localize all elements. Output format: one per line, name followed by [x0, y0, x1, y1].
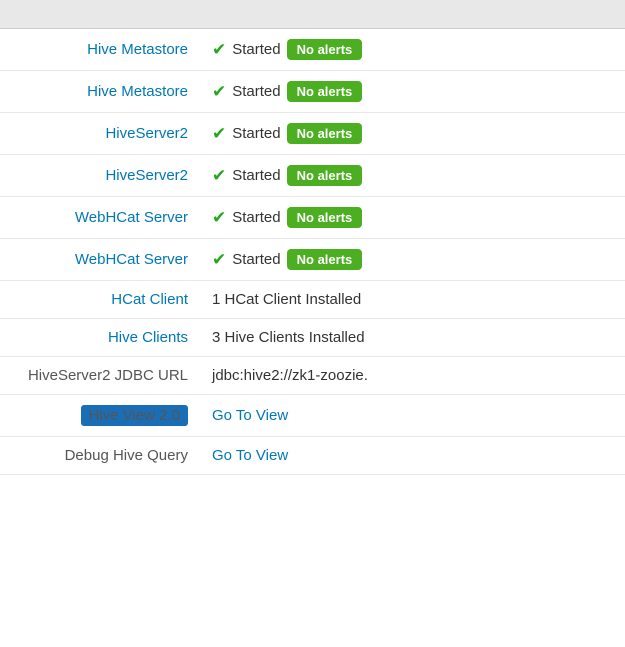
service-link[interactable]: Hive Clients — [108, 329, 188, 346]
info-text: 1 HCat Client Installed — [212, 291, 361, 308]
status-container: ✔ Started No alerts — [212, 81, 613, 102]
table-row: HiveServer2 ✔ Started No alerts — [0, 113, 625, 155]
row-value-cell: ✔ Started No alerts — [200, 239, 625, 281]
table-row: WebHCat Server ✔ Started No alerts — [0, 239, 625, 281]
row-value-cell: ✔ Started No alerts — [200, 197, 625, 239]
table-row: Hive Metastore ✔ Started No alerts — [0, 71, 625, 113]
status-text: Started — [232, 41, 280, 58]
row-value-cell: 1 HCat Client Installed — [200, 281, 625, 319]
row-label-cell: Hive View 2.0 — [0, 395, 200, 437]
hive-view-label: Hive View 2.0 — [81, 405, 188, 426]
row-label-cell: Hive Metastore — [0, 71, 200, 113]
row-value-cell: Go To View — [200, 395, 625, 437]
no-alerts-badge: No alerts — [287, 165, 363, 186]
check-icon: ✔ — [212, 82, 226, 102]
go-to-view-link[interactable]: Go To View — [212, 407, 288, 424]
table-row: WebHCat Server ✔ Started No alerts — [0, 197, 625, 239]
check-icon: ✔ — [212, 208, 226, 228]
row-value-cell: 3 Hive Clients Installed — [200, 319, 625, 357]
row-value-cell: ✔ Started No alerts — [200, 155, 625, 197]
row-value-cell: ✔ Started No alerts — [200, 71, 625, 113]
summary-header — [0, 0, 625, 29]
status-text: Started — [232, 83, 280, 100]
status-container: ✔ Started No alerts — [212, 123, 613, 144]
check-icon: ✔ — [212, 250, 226, 270]
status-container: ✔ Started No alerts — [212, 207, 613, 228]
jdbc-url-text: jdbc:hive2://zk1-zoozie. — [212, 367, 368, 384]
service-link[interactable]: WebHCat Server — [75, 209, 188, 226]
row-label-cell: HiveServer2 JDBC URL — [0, 357, 200, 395]
service-link[interactable]: HiveServer2 — [105, 167, 188, 184]
row-value-cell: Go To View — [200, 437, 625, 475]
status-text: Started — [232, 209, 280, 226]
row-label-cell: Hive Metastore — [0, 29, 200, 71]
row-label-cell: Hive Clients — [0, 319, 200, 357]
service-link[interactable]: HCat Client — [111, 291, 188, 308]
no-alerts-badge: No alerts — [287, 39, 363, 60]
table-row: HiveServer2 ✔ Started No alerts — [0, 155, 625, 197]
status-container: ✔ Started No alerts — [212, 249, 613, 270]
no-alerts-badge: No alerts — [287, 207, 363, 228]
row-label-cell: HCat Client — [0, 281, 200, 319]
status-text: Started — [232, 251, 280, 268]
table-row: Hive Clients 3 Hive Clients Installed — [0, 319, 625, 357]
service-link[interactable]: WebHCat Server — [75, 251, 188, 268]
go-to-view-link[interactable]: Go To View — [212, 447, 288, 464]
row-label-cell: Debug Hive Query — [0, 437, 200, 475]
no-alerts-badge: No alerts — [287, 249, 363, 270]
row-value-cell: ✔ Started No alerts — [200, 29, 625, 71]
check-icon: ✔ — [212, 40, 226, 60]
status-container: ✔ Started No alerts — [212, 165, 613, 186]
no-alerts-badge: No alerts — [287, 81, 363, 102]
table-row: HCat Client 1 HCat Client Installed — [0, 281, 625, 319]
table-row: Hive View 2.0 Go To View — [0, 395, 625, 437]
status-text: Started — [232, 125, 280, 142]
table-row: Hive Metastore ✔ Started No alerts — [0, 29, 625, 71]
status-container: ✔ Started No alerts — [212, 39, 613, 60]
summary-table: Hive Metastore✔StartedNo alertsHive Meta… — [0, 29, 625, 475]
row-value-cell: jdbc:hive2://zk1-zoozie. — [200, 357, 625, 395]
row-label-cell: HiveServer2 — [0, 155, 200, 197]
status-text: Started — [232, 167, 280, 184]
row-label-cell: WebHCat Server — [0, 239, 200, 281]
check-icon: ✔ — [212, 124, 226, 144]
row-label-cell: WebHCat Server — [0, 197, 200, 239]
check-icon: ✔ — [212, 166, 226, 186]
no-alerts-badge: No alerts — [287, 123, 363, 144]
table-row: Debug Hive Query Go To View — [0, 437, 625, 475]
row-label-text: Debug Hive Query — [65, 447, 188, 464]
row-label-cell: HiveServer2 — [0, 113, 200, 155]
row-value-cell: ✔ Started No alerts — [200, 113, 625, 155]
service-link[interactable]: Hive Metastore — [87, 41, 188, 58]
service-link[interactable]: HiveServer2 — [105, 125, 188, 142]
row-label-text: HiveServer2 JDBC URL — [28, 367, 188, 384]
table-row: HiveServer2 JDBC URL jdbc:hive2://zk1-zoo… — [0, 357, 625, 395]
info-text: 3 Hive Clients Installed — [212, 329, 365, 346]
service-link[interactable]: Hive Metastore — [87, 83, 188, 100]
